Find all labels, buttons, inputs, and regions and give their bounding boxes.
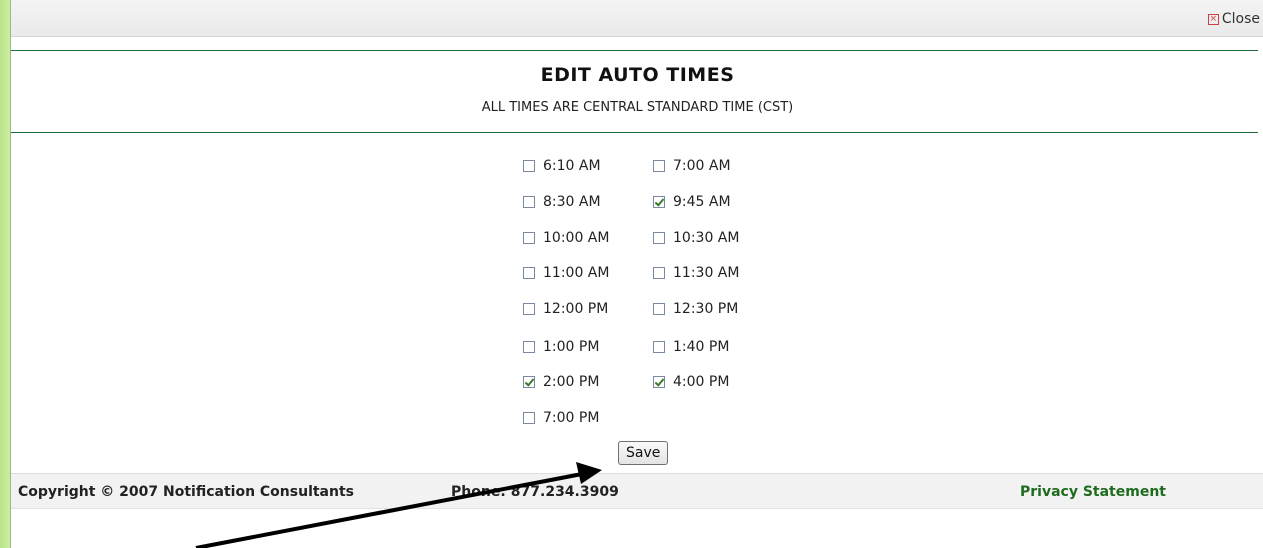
time-label: 8:30 AM: [543, 194, 601, 210]
time-checkbox[interactable]: [653, 196, 665, 208]
time-label: 7:00 AM: [673, 158, 731, 174]
time-option[interactable]: 12:00 PM: [523, 301, 608, 317]
time-option[interactable]: 8:30 AM: [523, 194, 601, 210]
close-icon[interactable]: ×: [1207, 13, 1219, 25]
dialog-title-bar: × Close: [11, 0, 1263, 37]
time-option[interactable]: 11:30 AM: [653, 265, 739, 281]
time-option[interactable]: 6:10 AM: [523, 158, 601, 174]
time-option[interactable]: 11:00 AM: [523, 265, 609, 281]
time-checkbox[interactable]: [653, 341, 665, 353]
phone-text: Phone: 877.234.3909: [451, 484, 619, 500]
time-label: 2:00 PM: [543, 374, 600, 390]
time-checkbox[interactable]: [653, 267, 665, 279]
time-option[interactable]: 4:00 PM: [653, 374, 729, 390]
time-option[interactable]: 1:00 PM: [523, 339, 599, 355]
time-option[interactable]: 2:00 PM: [523, 374, 599, 390]
time-option[interactable]: 9:45 AM: [653, 194, 731, 210]
save-button[interactable]: Save: [618, 441, 669, 465]
close-label[interactable]: Close: [1222, 11, 1260, 27]
time-checkbox[interactable]: [523, 196, 535, 208]
time-checkbox[interactable]: [523, 376, 535, 388]
time-option[interactable]: 12:30 PM: [653, 301, 738, 317]
time-label: 1:40 PM: [673, 339, 730, 355]
time-option[interactable]: 7:00 PM: [523, 410, 599, 426]
time-option[interactable]: 1:40 PM: [653, 339, 729, 355]
time-label: 12:30 PM: [673, 301, 739, 317]
time-checkbox[interactable]: [523, 160, 535, 172]
time-checkbox[interactable]: [523, 232, 535, 244]
time-checkbox[interactable]: [653, 303, 665, 315]
footer: Copyright © 2007 Notification Consultant…: [11, 473, 1263, 509]
divider-top: [11, 50, 1258, 51]
time-option[interactable]: 10:00 AM: [523, 230, 609, 246]
time-label: 10:30 AM: [673, 230, 740, 246]
close-button[interactable]: × Close: [1207, 11, 1260, 27]
divider-bottom: [11, 132, 1258, 133]
time-label: 10:00 AM: [543, 230, 610, 246]
edit-auto-times-dialog: × Close EDIT AUTO TIMES ALL TIMES ARE CE…: [10, 0, 1263, 548]
time-label: 6:10 AM: [543, 158, 601, 174]
time-checkbox[interactable]: [653, 232, 665, 244]
time-label: 1:00 PM: [543, 339, 600, 355]
time-option[interactable]: 10:30 AM: [653, 230, 739, 246]
time-checkbox[interactable]: [523, 303, 535, 315]
privacy-statement-link[interactable]: Privacy Statement: [1020, 484, 1166, 500]
time-checkbox[interactable]: [653, 160, 665, 172]
time-label: 7:00 PM: [543, 410, 600, 426]
page-title: EDIT AUTO TIMES: [540, 64, 735, 86]
time-option[interactable]: 7:00 AM: [653, 158, 731, 174]
time-label: 11:30 AM: [673, 265, 740, 281]
time-checkbox[interactable]: [523, 267, 535, 279]
copyright-text: Copyright © 2007 Notification Consultant…: [18, 484, 354, 500]
time-label: 11:00 AM: [543, 265, 610, 281]
time-checkbox[interactable]: [653, 376, 665, 388]
time-label: 4:00 PM: [673, 374, 730, 390]
time-label: 9:45 AM: [673, 194, 731, 210]
page-subtitle: ALL TIMES ARE CENTRAL STANDARD TIME (CST…: [481, 100, 794, 115]
time-checkbox[interactable]: [523, 341, 535, 353]
time-label: 12:00 PM: [543, 301, 609, 317]
time-checkbox[interactable]: [523, 412, 535, 424]
